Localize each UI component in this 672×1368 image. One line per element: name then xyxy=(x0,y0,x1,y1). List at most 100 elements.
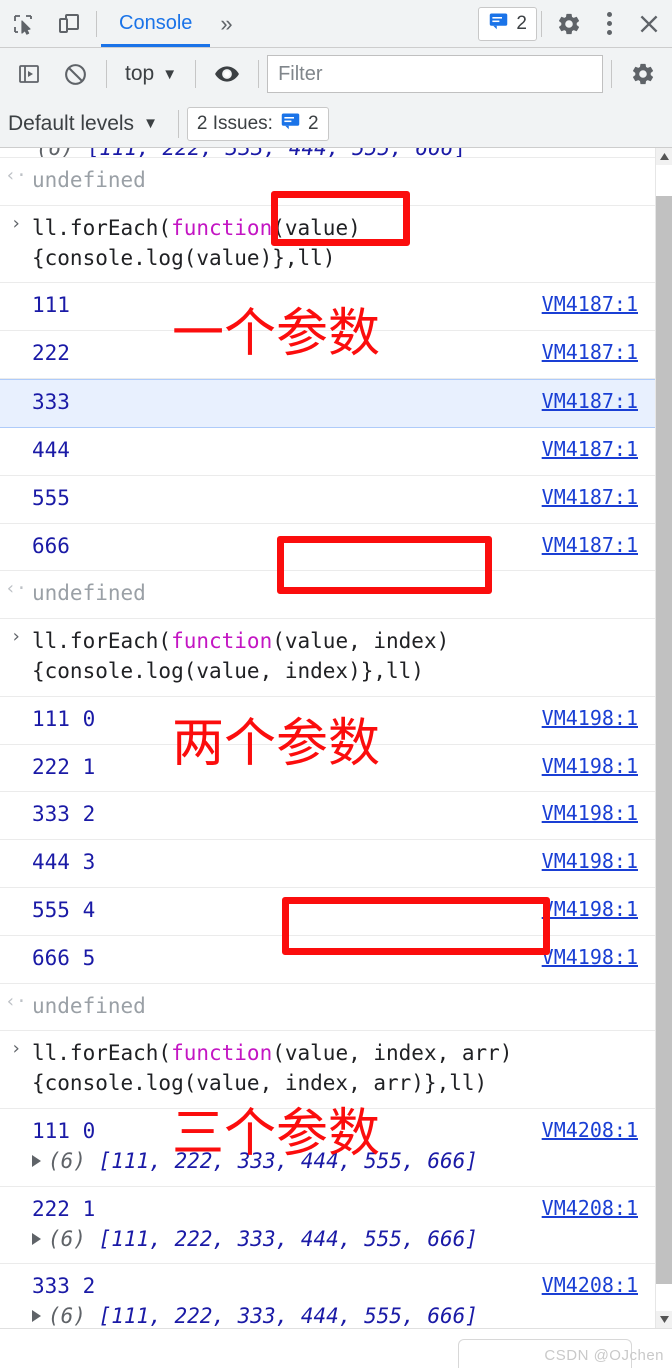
console-sidebar-icon[interactable] xyxy=(6,51,52,97)
tab-console[interactable]: Console xyxy=(101,0,211,47)
console-message-list[interactable]: (6) [111, 222, 333, 444, 555, 666]‹·unde… xyxy=(0,148,672,1328)
console-row-log[interactable]: 222 VM4187:1 xyxy=(0,331,672,380)
scroll-down-arrow-icon[interactable] xyxy=(656,1311,672,1328)
array-preview[interactable]: (6) [111, 222, 333, 444, 555, 666] xyxy=(32,1147,658,1177)
console-scrollbar[interactable] xyxy=(655,148,672,1328)
console-row-input[interactable]: › ll.forEach(function(value, index) {cons… xyxy=(0,619,672,697)
source-link[interactable]: VM4187:1 xyxy=(542,437,638,461)
issues-bar-button[interactable]: 2 Issues: 2 xyxy=(186,106,329,141)
toolbar-divider xyxy=(96,10,97,37)
source-link[interactable]: VM4198:1 xyxy=(542,945,638,969)
close-icon[interactable] xyxy=(626,1,672,47)
more-tabs-button[interactable]: » xyxy=(210,1,242,47)
gear-icon[interactable] xyxy=(546,1,592,47)
devtools-window: Console » 2 top ▼ Filter Default levels … xyxy=(0,0,672,1368)
console-row-log[interactable]: 666 VM4187:1 xyxy=(0,523,672,572)
console-row-body: ll.forEach(function(value, index, arr) {… xyxy=(32,1031,658,1108)
expand-triangle-icon[interactable] xyxy=(32,1310,41,1323)
kebab-menu-icon[interactable] xyxy=(592,1,626,47)
console-row-log[interactable]: 333 VM4187:1 xyxy=(0,379,672,428)
chevron-down-icon: ▼ xyxy=(143,115,158,132)
console-row-log[interactable]: 666 5 VM4198:1 xyxy=(0,935,672,984)
inspect-element-icon[interactable] xyxy=(0,1,46,47)
console-row-body: undefined xyxy=(32,984,658,1031)
array-preview[interactable]: (6) [111, 222, 333, 444, 555, 666] xyxy=(32,1225,658,1255)
console-row-log[interactable]: 111 0 VM4198:1 xyxy=(0,696,672,745)
source-link[interactable]: VM4187:1 xyxy=(542,533,638,557)
console-row-body: ll.forEach(function(value, index) {conso… xyxy=(32,619,658,696)
scrollbar-thumb[interactable] xyxy=(656,196,672,1284)
expand-triangle-icon[interactable] xyxy=(32,1154,41,1167)
console-row-body: undefined xyxy=(32,571,658,618)
console-row-body: (6) [111, 222, 333, 444, 555, 666] xyxy=(0,148,658,157)
console-result-value: undefined xyxy=(32,581,146,606)
source-link[interactable]: VM4198:1 xyxy=(542,754,638,778)
live-expression-eye-icon[interactable] xyxy=(204,51,250,97)
clear-console-icon[interactable] xyxy=(52,51,98,97)
device-toolbar-icon[interactable] xyxy=(46,1,92,47)
source-link[interactable]: VM4187:1 xyxy=(542,389,638,413)
toolbar2-divider-4 xyxy=(611,60,612,88)
expand-triangle-icon[interactable] xyxy=(32,1232,41,1245)
console-row-log[interactable]: 111 VM4187:1 xyxy=(0,283,672,332)
console-row-logarr[interactable]: 222 1 (6) [111, 222, 333, 444, 555, 666] V… xyxy=(0,1186,672,1265)
console-row-logarr[interactable]: 333 2 (6) [111, 222, 333, 444, 555, 666] V… xyxy=(0,1264,672,1328)
console-row-logarr[interactable]: 111 0 (6) [111, 222, 333, 444, 555, 666] V… xyxy=(0,1109,672,1187)
console-row-result[interactable]: ‹· undefined xyxy=(0,158,672,206)
row-gutter xyxy=(0,283,32,292)
row-gutter xyxy=(0,1264,32,1273)
input-caret-icon: › xyxy=(10,212,22,234)
console-prompt-area[interactable]: CSDN @OJchen xyxy=(0,1328,672,1368)
console-row-log[interactable]: 555 4 VM4198:1 xyxy=(0,888,672,936)
toolbar2-divider-3 xyxy=(258,60,260,88)
array-preview[interactable]: (6) [111, 222, 333, 444, 555, 666] xyxy=(32,1302,658,1328)
source-link[interactable]: VM4187:1 xyxy=(542,340,638,364)
console-row-log[interactable]: 222 1 VM4198:1 xyxy=(0,744,672,793)
levels-divider xyxy=(177,109,179,138)
result-arrow-icon: ‹· xyxy=(5,990,27,1012)
console-row-log[interactable]: 333 2 VM4198:1 xyxy=(0,792,672,841)
source-link[interactable]: VM4198:1 xyxy=(542,849,638,873)
array-items: [111, 222, 333, 444, 555, 666] xyxy=(98,1304,478,1328)
js-keyword: function xyxy=(171,1041,273,1066)
source-link[interactable]: VM4198:1 xyxy=(542,801,638,825)
source-link[interactable]: VM4208:1 xyxy=(542,1196,638,1220)
console-result-value: undefined xyxy=(32,168,146,192)
console-row-result[interactable]: ‹· undefined xyxy=(0,983,672,1032)
source-link[interactable]: VM4198:1 xyxy=(542,897,638,921)
gear-icon[interactable] xyxy=(620,51,666,97)
more-tabs-label: » xyxy=(220,10,233,36)
default-levels-dropdown[interactable]: Default levels ▼ xyxy=(8,112,170,136)
toolbar-divider-2 xyxy=(541,10,542,37)
console-row-log[interactable]: 444 3 VM4198:1 xyxy=(0,840,672,888)
devtools-tabbar: Console » 2 xyxy=(0,0,672,48)
row-gutter xyxy=(0,888,32,897)
result-arrow-icon: ‹· xyxy=(5,578,27,600)
console-input-expression: ll.forEach(function(value) {console.log(… xyxy=(32,215,361,270)
row-gutter xyxy=(0,331,32,340)
filter-input[interactable] xyxy=(267,55,603,93)
source-link[interactable]: VM4198:1 xyxy=(542,706,638,730)
row-gutter xyxy=(0,840,32,849)
source-link[interactable]: VM4187:1 xyxy=(542,485,638,509)
console-row-input[interactable]: › ll.forEach(function(value, index, arr) … xyxy=(0,1031,672,1110)
issues-bar-count: 2 xyxy=(307,112,319,134)
execution-context-dropdown[interactable]: top ▼ xyxy=(115,55,187,93)
console-row-input[interactable]: › ll.forEach(function(value) {console.log… xyxy=(0,205,672,284)
console-row-log[interactable]: 555 VM4187:1 xyxy=(0,475,672,524)
issues-message-icon xyxy=(488,10,509,37)
source-link[interactable]: VM4208:1 xyxy=(542,1273,638,1297)
array-items: [111, 222, 333, 444, 555, 666] xyxy=(98,1226,478,1251)
issues-counter-button[interactable]: 2 xyxy=(478,6,537,41)
source-link[interactable]: VM4208:1 xyxy=(542,1118,638,1142)
scroll-up-arrow-icon[interactable] xyxy=(656,148,672,165)
console-row-result[interactable]: ‹· undefined xyxy=(0,571,672,620)
execution-context-label: top xyxy=(125,62,155,85)
result-arrow-icon: ‹· xyxy=(5,165,27,186)
console-row-clipped[interactable]: (6) [111, 222, 333, 444, 555, 666] xyxy=(0,148,672,158)
console-row-log[interactable]: 444 VM4187:1 xyxy=(0,427,672,476)
issues-message-icon xyxy=(280,110,301,137)
console-result-value: undefined xyxy=(32,993,146,1018)
array-length: (6) xyxy=(48,1148,86,1173)
source-link[interactable]: VM4187:1 xyxy=(542,292,638,316)
